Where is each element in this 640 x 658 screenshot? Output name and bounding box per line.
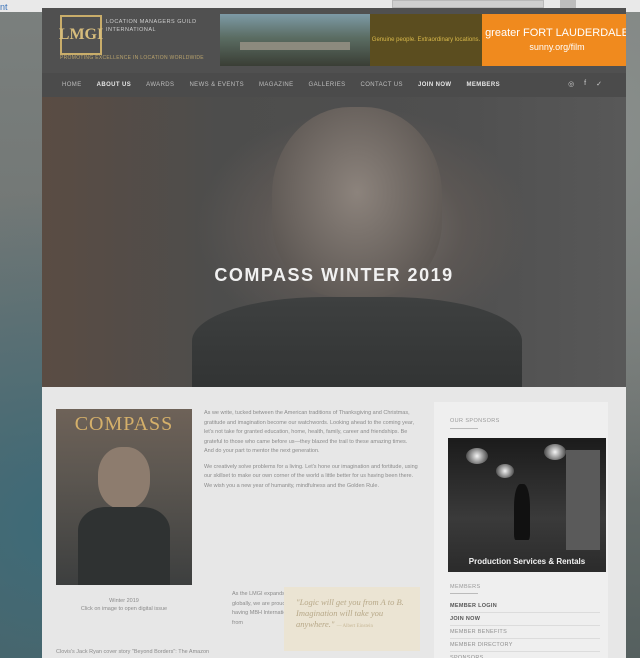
site-header: LMGI LOCATION MANAGERS GUILD INTERNATION… <box>42 8 626 73</box>
pull-quote: "Logic will get you from A to B. Imagina… <box>284 587 420 651</box>
member-link-member-benefits[interactable]: MEMBER BENEFITS <box>450 626 600 639</box>
cover-vest <box>78 507 170 585</box>
cover-title: COMPASS <box>74 413 174 435</box>
film-light-icon <box>496 464 514 478</box>
article-body: As we write, tucked between the American… <box>204 409 418 497</box>
lmgi-logo[interactable]: LMGI <box>59 15 103 55</box>
heading-rule <box>450 428 478 429</box>
logo-tagline: PROMOTING EXCELLENCE IN LOCATION WORLDWI… <box>60 55 204 61</box>
member-links: MEMBER LOGIN JOIN NOW MEMBER BENEFITS MEMBE… <box>450 600 600 658</box>
sponsor-ad[interactable]: Production Services & Rentals <box>448 438 606 572</box>
member-link-join-now[interactable]: JOIN NOW <box>450 613 600 626</box>
cover-portrait <box>98 447 150 509</box>
cover-story-line: Clovis's Jack Ryan cover story "Beyond B… <box>56 649 210 655</box>
article-paragraph: We creatively solve problems for a livin… <box>204 463 418 489</box>
ad-brand-url: sunny.org/film <box>529 42 585 52</box>
ad-banner[interactable]: Genuine people. Extraordinary locations.… <box>220 14 626 66</box>
cover-caption-issue: Winter 2019 <box>109 598 139 604</box>
nav-items: HOME ABOUT US AWARDS NEWS & EVENTS MAGAZINE G… <box>62 82 515 88</box>
lmgi-site-panel: LMGI LOCATION MANAGERS GUILD INTERNATION… <box>42 8 626 658</box>
crew-silhouette <box>514 484 530 540</box>
pull-quote-attribution: — Albert Einstein <box>336 624 373 629</box>
hero-banner: COMPASS WINTER 2019 <box>42 97 626 407</box>
facebook-icon[interactable]: f <box>584 80 586 88</box>
outer-search-box[interactable] <box>392 0 544 8</box>
magazine-cover-image[interactable]: COMPASS <box>56 409 192 585</box>
member-link-sponsors[interactable]: SPONSORS <box>450 652 600 658</box>
article-paragraph: As we write, tucked between the American… <box>204 410 415 454</box>
film-light-icon <box>466 448 488 464</box>
main-nav: HOME ABOUT US AWARDS NEWS & EVENTS MAGAZINE G… <box>42 73 626 97</box>
nav-item-about-us[interactable]: ABOUT US <box>97 82 132 88</box>
member-link-member-login[interactable]: MEMBER LOGIN <box>450 600 600 613</box>
social-links: ◎ f ✓ <box>568 80 602 88</box>
nav-item-awards[interactable]: AWARDS <box>146 82 174 88</box>
outer-link[interactable]: nt <box>0 2 8 12</box>
nav-item-join-now[interactable]: JOIN NOW <box>418 82 452 88</box>
cover-caption-instruction[interactable]: Click on image to open digital issue <box>56 605 192 613</box>
ad-banner-brand: greater FORT LAUDERDALE sunny.org/film <box>482 14 626 66</box>
logo-name: LOCATION MANAGERS GUILD INTERNATIONAL <box>106 19 197 33</box>
heading-rule <box>450 593 478 594</box>
ad-banner-photo <box>220 14 370 66</box>
nav-item-news-events[interactable]: NEWS & EVENTS <box>189 82 244 88</box>
hero-title: COMPASS WINTER 2019 <box>214 265 454 285</box>
ad-banner-tagline: Genuine people. Extraordinary locations. <box>370 14 482 66</box>
main-content: COMPASS Winter 2019 Click on image to op… <box>42 387 626 658</box>
twitter-icon[interactable]: ✓ <box>596 80 602 88</box>
film-light-icon <box>544 444 566 460</box>
member-link-member-directory[interactable]: MEMBER DIRECTORY <box>450 639 600 652</box>
sponsors-heading: OUR SPONSORS <box>450 418 500 424</box>
nav-item-contact-us[interactable]: CONTACT US <box>361 82 403 88</box>
nav-item-members[interactable]: MEMBERS <box>467 82 500 88</box>
building-silhouette <box>566 450 600 550</box>
nav-item-home[interactable]: HOME <box>62 82 82 88</box>
cover-caption: Winter 2019 Click on image to open digit… <box>56 597 192 613</box>
sidebar: OUR SPONSORS Production Services & Renta… <box>434 402 608 658</box>
nav-item-galleries[interactable]: GALLERIES <box>309 82 346 88</box>
nav-item-magazine[interactable]: MAGAZINE <box>259 82 294 88</box>
ad-brand-name: greater FORT LAUDERDALE <box>485 27 626 39</box>
members-heading: MEMBERS <box>450 584 481 590</box>
instagram-icon[interactable]: ◎ <box>568 80 574 88</box>
sponsor-ad-label: Production Services & Rentals <box>468 557 586 566</box>
